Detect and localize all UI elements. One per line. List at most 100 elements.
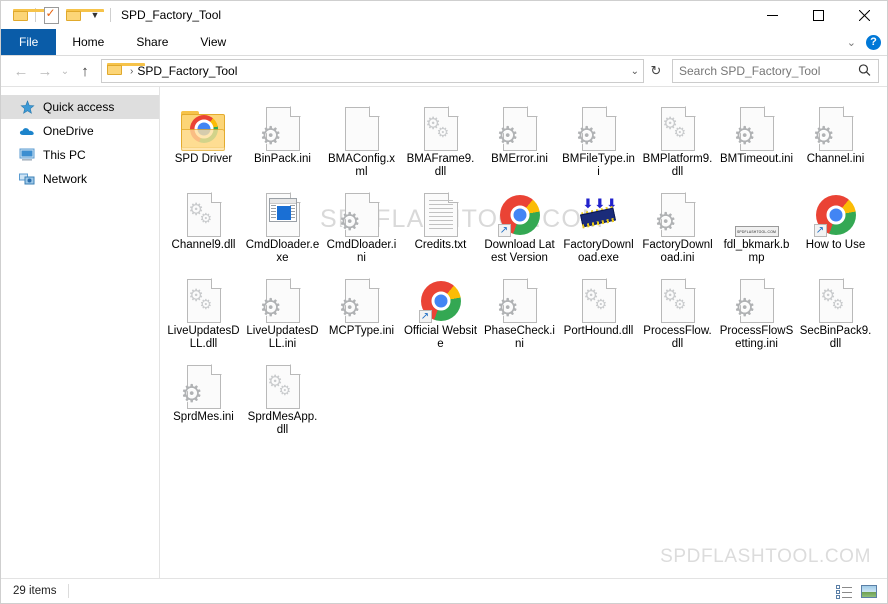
maximize-button[interactable] bbox=[795, 1, 841, 30]
file-item[interactable]: ⚙ LiveUpdatesDLL.ini bbox=[243, 265, 322, 351]
breadcrumb-path[interactable]: SPD_Factory_Tool bbox=[137, 64, 237, 78]
file-name-label: SprdMes.ini bbox=[173, 411, 234, 423]
tab-share[interactable]: Share bbox=[120, 29, 184, 55]
file-item[interactable]: SPD Driver bbox=[164, 93, 243, 179]
status-bar: 29 items bbox=[1, 578, 887, 603]
file-item[interactable]: SPDFLASHTOOL.COM fdl_bkmark.bmp bbox=[717, 179, 796, 265]
large-icons-view-button[interactable] bbox=[860, 584, 877, 599]
file-name-label: FactoryDownload.exe bbox=[563, 239, 634, 264]
search-input[interactable]: Search SPD_Factory_Tool bbox=[672, 59, 879, 83]
file-icon-wrap: ⚙ bbox=[576, 99, 617, 151]
file-item[interactable]: BMAConfig.xml bbox=[322, 93, 401, 179]
file-item[interactable]: Credits.txt bbox=[401, 179, 480, 265]
file-name-label: BMError.ini bbox=[491, 153, 548, 165]
file-icon-wrap: ⚙ bbox=[497, 99, 538, 151]
file-item[interactable]: ⚙ BMError.ini bbox=[480, 93, 559, 179]
file-item[interactable]: ⚙ SprdMes.ini bbox=[164, 351, 243, 437]
file-icon-wrap: ↗ bbox=[813, 185, 858, 237]
sidebar-item-onedrive[interactable]: OneDrive bbox=[1, 119, 159, 143]
sidebar-item-network[interactable]: Network bbox=[1, 167, 159, 191]
address-dropdown-icon[interactable]: ⌄ bbox=[631, 66, 639, 77]
ini-file-icon: ⚙ bbox=[734, 278, 775, 323]
file-item[interactable]: ⚙ CmdDloader.ini bbox=[322, 179, 401, 265]
file-icon-wrap bbox=[265, 185, 301, 237]
chevron-down-icon[interactable]: ⌄ bbox=[847, 36, 856, 49]
ini-file-icon: ⚙ bbox=[813, 106, 854, 151]
file-icon-wrap: ⚙ bbox=[734, 271, 775, 323]
minimize-button[interactable] bbox=[749, 1, 795, 30]
file-icon-wrap: ⚙ bbox=[260, 271, 301, 323]
search-placeholder: Search SPD_Factory_Tool bbox=[679, 64, 821, 78]
file-item[interactable]: ⚙ MCPType.ini bbox=[322, 265, 401, 351]
sidebar-item-label: Network bbox=[43, 172, 88, 186]
file-grid: SPD Driver ⚙ BinPack.ini BMAConfig.xml ⚙ ⚙ BMA… bbox=[160, 87, 887, 437]
sidebar-item-label: This PC bbox=[43, 148, 86, 162]
file-item[interactable]: ⚙ ⚙ SprdMesApp.dll bbox=[243, 351, 322, 437]
file-icon-wrap bbox=[423, 185, 459, 237]
ribbon-tabs: File Home Share View ⌄ ? bbox=[1, 29, 887, 56]
application-icon bbox=[265, 192, 301, 237]
file-icon-wrap: ⚙ bbox=[655, 185, 696, 237]
dll-file-icon: ⚙ ⚙ bbox=[581, 278, 617, 323]
file-item[interactable]: CmdDloader.exe bbox=[243, 179, 322, 265]
close-button[interactable] bbox=[841, 1, 887, 30]
file-list-pane[interactable]: SPDFLASHTOOL.COM SPD Driver ⚙ BinPack.ini B… bbox=[160, 87, 887, 578]
refresh-button[interactable]: ↻ bbox=[646, 60, 666, 82]
file-item[interactable]: ⚙ ⚙ PortHound.dll bbox=[559, 265, 638, 351]
file-icon-wrap: ⚙ ⚙ bbox=[186, 271, 222, 323]
file-item[interactable]: ⚙ Channel.ini bbox=[796, 93, 875, 179]
file-icon-wrap: ↗ bbox=[497, 185, 542, 237]
sidebar-item-quick-access[interactable]: Quick access bbox=[1, 95, 159, 119]
file-item[interactable]: ⚙ BMTimeout.ini bbox=[717, 93, 796, 179]
file-item[interactable]: ⚙ PhaseCheck.ini bbox=[480, 265, 559, 351]
file-item[interactable]: ⚙ FactoryDownload.ini bbox=[638, 179, 717, 265]
search-icon[interactable] bbox=[855, 61, 876, 82]
file-item[interactable]: ⬇⬇⬇ FactoryDownload.exe bbox=[559, 179, 638, 265]
properties-icon[interactable] bbox=[40, 4, 62, 26]
forward-button[interactable]: → bbox=[33, 59, 57, 83]
file-icon-wrap: ⚙ ⚙ bbox=[581, 271, 617, 323]
file-icon-wrap: ⚙ bbox=[181, 357, 222, 409]
customize-qat-chevron-icon[interactable]: ▼ bbox=[84, 4, 106, 26]
file-item[interactable]: ⚙ ⚙ ProcessFlow.dll bbox=[638, 265, 717, 351]
file-name-label: CmdDloader.exe bbox=[245, 239, 320, 264]
file-item[interactable]: ⚙ BMFileType.ini bbox=[559, 93, 638, 179]
file-name-label: SecBinPack9.dll bbox=[799, 325, 872, 350]
file-name-label: FactoryDownload.ini bbox=[642, 239, 713, 264]
up-button[interactable]: ↑ bbox=[73, 59, 97, 83]
ini-file-icon: ⚙ bbox=[655, 192, 696, 237]
ribbon-right-controls: ⌄ ? bbox=[847, 29, 881, 55]
file-icon-wrap: ⚙ ⚙ bbox=[660, 99, 696, 151]
help-icon[interactable]: ? bbox=[866, 34, 881, 50]
file-item[interactable]: ⚙ ProcessFlowSetting.ini bbox=[717, 265, 796, 351]
new-folder-icon[interactable] bbox=[62, 4, 104, 26]
file-item[interactable]: ↗ How to Use bbox=[796, 179, 875, 265]
file-item[interactable]: ⚙ BinPack.ini bbox=[243, 93, 322, 179]
file-item[interactable]: ↗ Official Website bbox=[401, 265, 480, 351]
ini-file-icon: ⚙ bbox=[497, 106, 538, 151]
explorer-body: Quick access OneDrive This PC Network SP… bbox=[1, 86, 887, 578]
file-item[interactable]: ⚙ ⚙ LiveUpdatesDLL.dll bbox=[164, 265, 243, 351]
details-view-button[interactable] bbox=[835, 584, 852, 599]
address-input[interactable]: › SPD_Factory_Tool ⌄ bbox=[101, 59, 644, 83]
sidebar-item-this-pc[interactable]: This PC bbox=[1, 143, 159, 167]
chrome-shortcut-icon: ↗ bbox=[497, 193, 542, 237]
xml-file-icon bbox=[344, 106, 380, 151]
file-name-label: BMAFrame9.dll bbox=[406, 153, 475, 178]
file-name-label: fdl_bkmark.bmp bbox=[723, 239, 790, 264]
file-item[interactable]: ⚙ ⚙ Channel9.dll bbox=[164, 179, 243, 265]
folder-icon[interactable] bbox=[9, 4, 51, 26]
tab-view[interactable]: View bbox=[184, 29, 242, 55]
file-item[interactable]: ⚙ ⚙ BMPlatform9.dll bbox=[638, 93, 717, 179]
dll-file-icon: ⚙ ⚙ bbox=[660, 278, 696, 323]
file-name-label: SPD Driver bbox=[174, 153, 233, 165]
recent-locations-icon[interactable]: ⌄ bbox=[57, 59, 73, 83]
back-button[interactable]: ← bbox=[9, 59, 33, 83]
file-item[interactable]: ↗ Download Latest Version bbox=[480, 179, 559, 265]
file-item[interactable]: ⚙ ⚙ BMAFrame9.dll bbox=[401, 93, 480, 179]
tab-home[interactable]: Home bbox=[56, 29, 120, 55]
tab-file[interactable]: File bbox=[1, 29, 57, 55]
file-name-label: ProcessFlow.dll bbox=[643, 325, 712, 350]
window-title: SPD_Factory_Tool bbox=[121, 8, 222, 22]
file-item[interactable]: ⚙ ⚙ SecBinPack9.dll bbox=[796, 265, 875, 351]
